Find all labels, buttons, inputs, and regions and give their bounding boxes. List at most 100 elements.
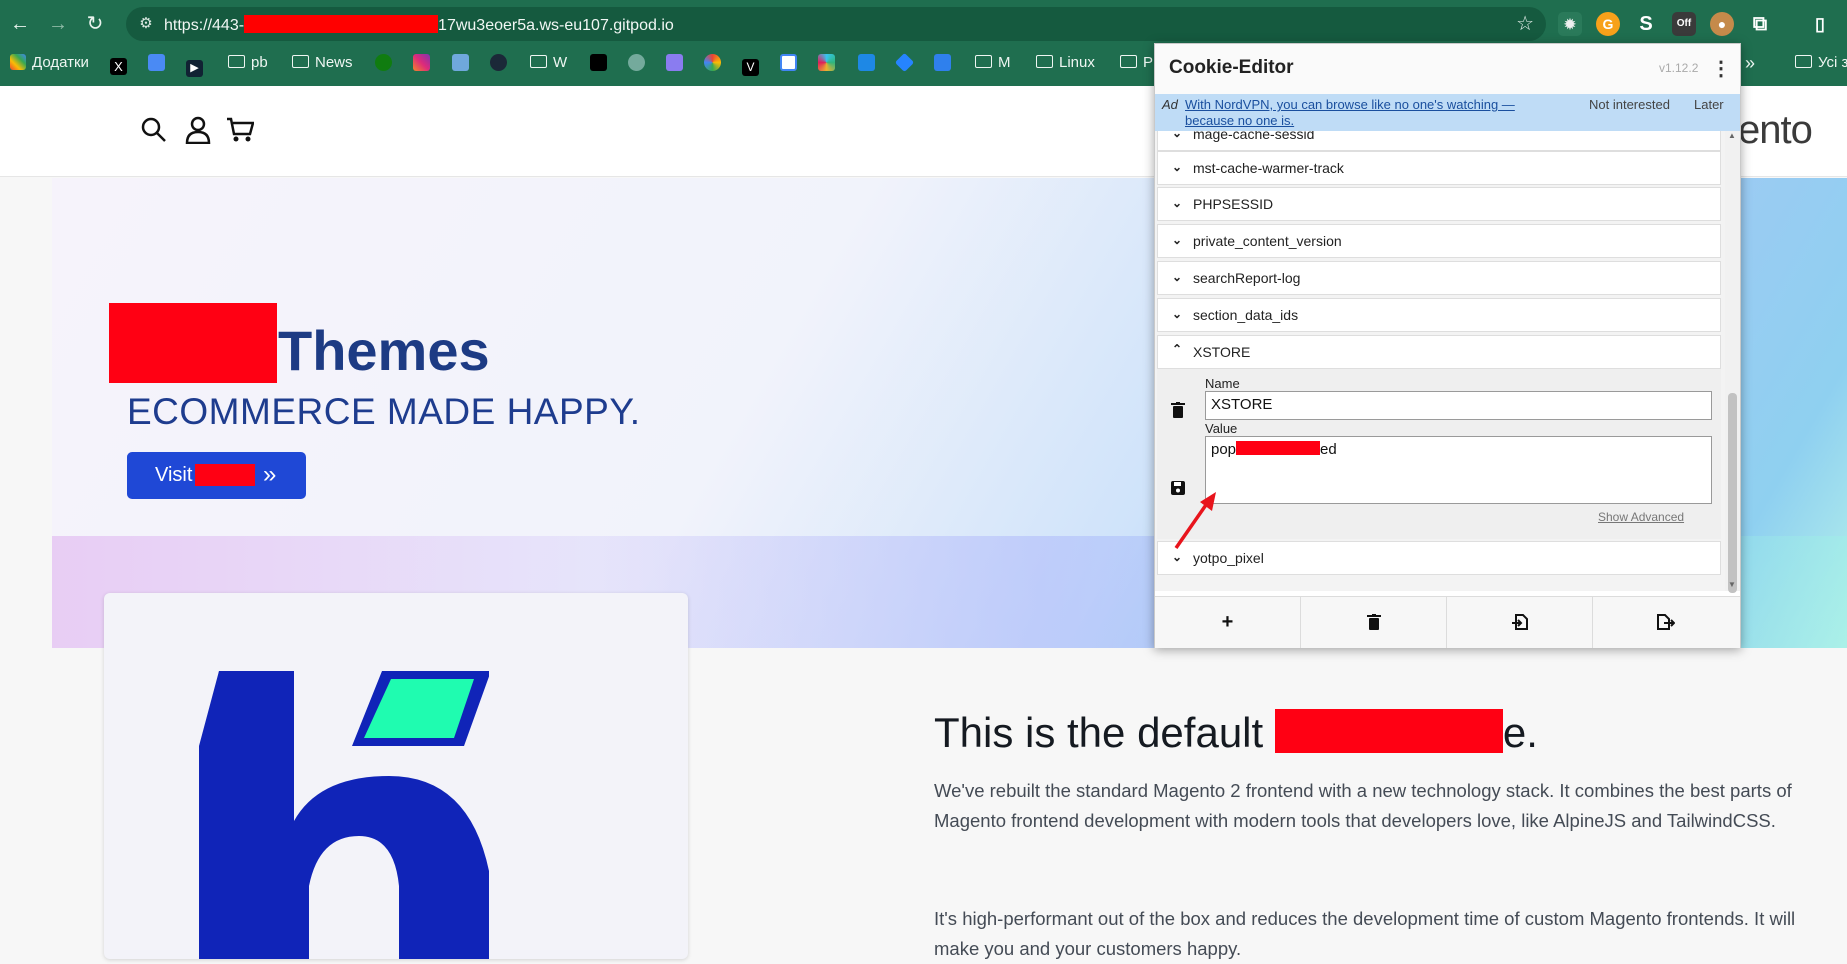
bookmarks-overflow-button[interactable]: » [1745, 50, 1755, 76]
cookie-editor-title: Cookie-Editor [1169, 57, 1294, 78]
ad-link-line2: because no one is. [1185, 113, 1295, 128]
hero-title: Themes [278, 319, 490, 382]
delete-all-button[interactable] [1301, 597, 1447, 648]
side-panel-icon[interactable]: ▯ [1808, 12, 1832, 36]
folder-icon [292, 55, 309, 68]
forward-icon[interactable]: → [44, 10, 72, 38]
address-bar[interactable]: ⚙ https://443- 17wu3eoer5a.ws-eu107.gitpo… [126, 7, 1546, 41]
cookie-editor-extension-icon[interactable]: ● [1710, 12, 1734, 36]
cookie-row[interactable]: ⌄ searchReport-log [1157, 261, 1721, 295]
chatgpt-icon [628, 54, 645, 71]
bookmark-gemini[interactable] [666, 50, 683, 76]
visit-label: Visit [155, 464, 193, 486]
scroll-down-arrow-icon[interactable]: ▼ [1728, 580, 1736, 589]
cookie-row[interactable]: ⌄ mage-cache-sessid [1157, 131, 1721, 151]
bookmark-apps-label: Додатки [32, 54, 89, 71]
hyva-logo-icon [199, 671, 489, 959]
show-advanced-link[interactable]: Show Advanced [1598, 510, 1684, 524]
ad-link[interactable]: With NordVPN, you can browse like no one… [1185, 97, 1515, 129]
grammarly-icon[interactable]: G [1596, 12, 1620, 36]
off-extension-icon[interactable]: Off [1672, 12, 1696, 36]
url-redaction [244, 15, 439, 33]
bookmark-tool[interactable] [934, 50, 951, 76]
bookmark-steam[interactable] [490, 50, 507, 76]
magento-logo-text: ento [1738, 108, 1813, 152]
bookmark-folder-m[interactable]: M [975, 50, 1011, 76]
value-textarea[interactable]: pop ed [1205, 436, 1712, 504]
bookmark-calendar[interactable] [780, 50, 797, 76]
search-icon[interactable] [141, 117, 167, 143]
visit-redaction [195, 464, 255, 486]
jira-icon [894, 52, 915, 73]
export-button[interactable] [1593, 597, 1739, 648]
bookmark-folder-news[interactable]: News [292, 50, 353, 76]
value-redaction [1236, 441, 1321, 455]
content-paragraph-1: We've rebuilt the standard Magento 2 fro… [934, 780, 1792, 831]
bookmark-folder-w[interactable]: W [530, 50, 567, 76]
bookmark-photos[interactable] [704, 50, 721, 76]
visit-button[interactable]: Visit » [127, 452, 306, 499]
play-icon: ▶ [186, 60, 203, 77]
cookie-list-scrollbar[interactable]: ▲ ▼ [1725, 131, 1740, 593]
scroll-up-arrow-icon[interactable]: ▲ [1728, 131, 1736, 140]
bookmark-v[interactable]: V [742, 50, 759, 76]
bookmark-star-icon[interactable]: ☆ [1516, 11, 1534, 36]
folder-icon [1036, 55, 1053, 68]
bookmark-chatgpt[interactable] [628, 50, 645, 76]
not-interested-button[interactable]: Not interested [1589, 97, 1670, 112]
site-info-icon[interactable]: ⚙ [136, 14, 156, 34]
bookmark-folder-linux[interactable]: Linux [1036, 50, 1095, 76]
bookmark-m-label: M [998, 54, 1011, 71]
bookmark-all-bookmarks[interactable]: Усі з [1795, 50, 1847, 76]
reload-icon[interactable]: ↻ [81, 10, 109, 38]
later-button[interactable]: Later [1694, 97, 1724, 112]
extensions-puzzle-icon[interactable]: ⧉ [1748, 12, 1772, 36]
url-suffix: 17wu3eoer5a.ws-eu107.gitpod.io [438, 17, 674, 34]
heading-start: This is the default [934, 709, 1264, 756]
more-menu-icon[interactable]: ⋮ [1711, 56, 1731, 81]
account-icon[interactable] [185, 116, 211, 144]
url-prefix: https://443- [164, 17, 245, 34]
folder-icon [1120, 55, 1137, 68]
bookmark-jira[interactable] [894, 50, 915, 76]
import-button[interactable] [1447, 597, 1593, 648]
value-text: pop ed [1211, 441, 1337, 458]
bookmark-folder-p[interactable]: P [1120, 50, 1153, 76]
redaction-box [109, 303, 277, 383]
add-cookie-button[interactable]: + [1155, 597, 1301, 648]
folder-icon [1795, 55, 1812, 68]
bookmark-c[interactable] [858, 50, 875, 76]
bookmark-dou[interactable] [590, 50, 607, 76]
trash-icon[interactable] [1171, 402, 1185, 418]
bookmark-apps[interactable]: Додатки [10, 50, 89, 76]
bookmark-xbox[interactable] [375, 50, 392, 76]
bookmark-x[interactable]: X [110, 50, 127, 76]
bookmark-instagram[interactable] [413, 50, 430, 76]
bookmark-play[interactable]: ▶ [186, 50, 203, 77]
scrollbar-thumb[interactable] [1728, 393, 1737, 593]
cookie-name: section_data_ids [1193, 307, 1299, 323]
bookmark-all-label: Усі з [1818, 54, 1847, 71]
cart-icon[interactable] [226, 117, 254, 143]
instagram-icon [413, 54, 430, 71]
bookmark-app[interactable] [452, 50, 469, 76]
cookie-detail-panel: Name XSTORE Value pop ed Show Advanced [1157, 369, 1721, 539]
bookmark-translate[interactable] [148, 50, 165, 76]
name-input[interactable]: XSTORE [1205, 391, 1712, 420]
photos-icon [704, 54, 721, 71]
cookie-row[interactable]: ⌄ PHPSESSID [1157, 187, 1721, 221]
cookie-row[interactable]: ⌄ private_content_version [1157, 224, 1721, 258]
cookie-row[interactable]: ⌄ section_data_ids [1157, 298, 1721, 332]
back-icon[interactable]: ← [6, 10, 34, 38]
cookie-row[interactable]: ⌄ mst-cache-warmer-track [1157, 151, 1721, 185]
cookie-name: yotpo_pixel [1193, 550, 1264, 566]
bookmark-slack[interactable] [818, 50, 835, 76]
s-extension-icon[interactable]: S [1634, 12, 1658, 36]
bookmark-folder-pb[interactable]: pb [228, 50, 268, 76]
extension-gear-icon[interactable]: ✹ [1558, 12, 1582, 36]
steam-icon [490, 54, 507, 71]
bookmark-p-label: P [1143, 54, 1154, 71]
cookie-row[interactable]: ⌄ yotpo_pixel [1157, 541, 1721, 575]
url-text: https://443- 17wu3eoer5a.ws-eu107.gitpod.… [164, 15, 674, 35]
cookie-row-expanded[interactable]: ⌃ XSTORE [1157, 335, 1721, 369]
